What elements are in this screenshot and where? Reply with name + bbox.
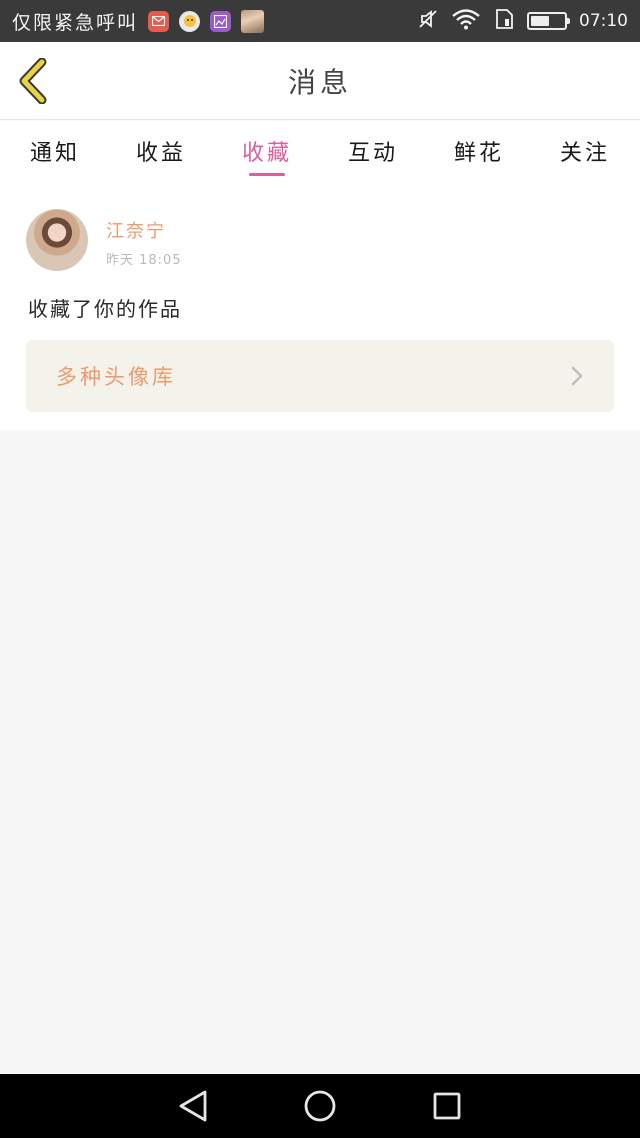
tab-active-indicator — [249, 173, 285, 176]
back-button[interactable] — [14, 58, 54, 104]
tab-label: 关注 — [559, 141, 610, 166]
status-right: 07:10 — [417, 8, 628, 34]
tab-label: 收益 — [135, 141, 186, 166]
tab-earnings[interactable]: 收益 — [128, 121, 194, 181]
page-title: 消息 — [287, 66, 352, 99]
chat-icon — [179, 10, 201, 32]
recents-square-icon — [433, 1092, 461, 1120]
message-text: 收藏了你的作品 — [28, 297, 182, 321]
message-time: 昨天 18:05 — [106, 253, 182, 268]
tab-favorites[interactable]: 收藏 — [234, 121, 300, 181]
battery-icon — [527, 12, 570, 30]
gallery-icon — [210, 10, 232, 32]
wifi-icon — [451, 8, 481, 34]
back-triangle-icon — [179, 1090, 207, 1122]
home-circle-icon — [304, 1090, 336, 1122]
chevron-right-icon — [571, 366, 583, 386]
favorited-work-link[interactable]: 多种头像库 — [26, 340, 614, 412]
tab-interactions[interactable]: 互动 — [340, 121, 406, 181]
nav-back-button[interactable] — [171, 1084, 215, 1128]
tab-following[interactable]: 关注 — [552, 121, 618, 181]
message-card: 江奈宁 昨天 18:05 收藏了你的作品 多种头像库 — [0, 181, 640, 430]
status-time: 07:10 — [579, 11, 628, 31]
mail-icon — [148, 10, 170, 32]
photo-thumbnail — [241, 9, 265, 33]
avatar[interactable] — [26, 209, 88, 271]
tab-label: 鲜花 — [453, 141, 504, 166]
sender-name[interactable]: 江奈宁 — [106, 217, 166, 243]
tab-label: 收藏 — [241, 141, 292, 166]
nav-home-button[interactable] — [298, 1084, 342, 1128]
nav-recents-button[interactable] — [425, 1084, 469, 1128]
tab-flowers[interactable]: 鲜花 — [446, 121, 512, 181]
system-nav-bar — [0, 1074, 640, 1138]
tab-label: 通知 — [29, 141, 80, 166]
battery-level — [531, 16, 549, 26]
status-left: 仅限紧急呼叫 — [12, 8, 417, 35]
message-tabs: 通知 收益 收藏 互动 鲜花 关注 — [0, 121, 640, 181]
mute-icon — [417, 8, 439, 34]
carrier-text: 仅限紧急呼叫 — [12, 11, 139, 34]
tab-notifications[interactable]: 通知 — [22, 121, 88, 181]
app-header: 消息 — [0, 42, 640, 120]
sim-icon — [493, 8, 515, 34]
tab-label: 互动 — [347, 141, 398, 166]
status-bar: 仅限紧急呼叫 07:10 — [0, 0, 640, 42]
work-title: 多种头像库 — [56, 365, 176, 389]
chevron-left-icon — [19, 58, 47, 104]
